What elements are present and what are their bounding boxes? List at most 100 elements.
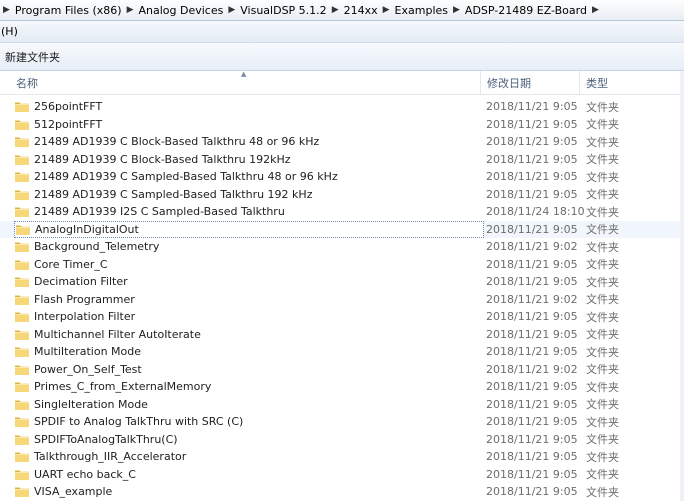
address-bar[interactable]: ▶ Program Files (x86) ▶ Analog Devices ▶ Visu… <box>0 0 684 21</box>
breadcrumb-item[interactable]: ▶ 214xx <box>327 0 378 20</box>
modified-date: 2018/11/21 9:05 <box>486 100 578 114</box>
name-cell[interactable]: Core Timer_C <box>14 256 484 273</box>
name-cell[interactable]: AnalogInDigitalOut <box>14 220 484 238</box>
modified-date: 2018/11/21 9:05 <box>486 397 578 411</box>
new-folder-button[interactable]: 新建文件夹 <box>0 49 60 65</box>
file-type: 文件夹 <box>586 275 619 289</box>
name-cell[interactable]: 21489 AD1939 C Block-Based Talkthru 48 o… <box>14 133 484 150</box>
name-cell[interactable]: SPDIF to Analog TalkThru with SRC (C) <box>14 413 484 430</box>
chevron-right-icon[interactable]: ▶ <box>448 5 465 15</box>
name-cell[interactable]: Flash Programmer <box>14 291 484 308</box>
list-item[interactable]: 512pointFFT 2018/11/21 9:05 文件夹 <box>0 116 684 134</box>
name-cell[interactable]: SingleIteration Mode <box>14 396 484 413</box>
file-name: Interpolation Filter <box>34 310 136 324</box>
file-name: Decimation Filter <box>34 275 128 289</box>
file-name: AnalogInDigitalOut <box>35 222 139 236</box>
file-name: UART echo back_C <box>34 467 136 481</box>
folder-icon <box>14 380 34 393</box>
name-cell[interactable]: 512pointFFT <box>14 116 484 133</box>
modified-date: 2018/11/21 9:05 <box>486 415 578 429</box>
list-item[interactable]: AnalogInDigitalOut 2018/11/21 9:05 文件夹 <box>0 220 684 238</box>
list-item[interactable]: Flash Programmer 2018/11/21 9:02 文件夹 <box>0 291 684 309</box>
file-type: 文件夹 <box>586 205 619 219</box>
file-type: 文件夹 <box>586 188 619 202</box>
chevron-right-icon[interactable]: ▶ <box>122 5 139 15</box>
list-item[interactable]: UART echo back_C 2018/11/21 9:05 文件夹 <box>0 466 684 484</box>
list-item[interactable]: Talkthrough_IIR_Accelerator 2018/11/21 9:… <box>0 448 684 466</box>
file-name: Flash Programmer <box>34 292 135 306</box>
folder-icon <box>14 135 34 148</box>
column-date-label: 修改日期 <box>487 77 531 90</box>
name-cell[interactable]: VISA_example <box>14 483 484 500</box>
folder-icon <box>14 450 34 463</box>
modified-date: 2018/11/21 9:05 <box>486 135 578 149</box>
toolbar: 新建文件夹 <box>0 43 684 71</box>
menu-help[interactable]: (H) <box>0 25 18 38</box>
name-cell[interactable]: 21489 AD1939 I2S C Sampled-Based Talkthr… <box>14 203 484 220</box>
breadcrumb-label: Examples <box>394 3 448 17</box>
list-item[interactable]: Multichannel Filter AutoIterate 2018/11/2… <box>0 326 684 344</box>
breadcrumb-item[interactable]: ▶ Analog Devices <box>122 0 224 20</box>
breadcrumb-item[interactable]: ▶ ADSP-21489 EZ-Board <box>448 0 587 20</box>
chevron-right-icon[interactable]: ▶ <box>587 5 604 15</box>
folder-icon <box>14 275 34 288</box>
modified-date: 2018/11/21 9:05 <box>486 275 578 289</box>
file-name: Primes_C_from_ExternalMemory <box>34 380 212 394</box>
list-item[interactable]: Core Timer_C 2018/11/21 9:05 文件夹 <box>0 256 684 274</box>
file-type: 文件夹 <box>586 398 619 412</box>
list-item[interactable]: 21489 AD1939 C Block-Based Talkthru 192k… <box>0 151 684 169</box>
chevron-right-icon[interactable]: ▶ <box>0 5 15 15</box>
name-cell[interactable]: MultiIteration Mode <box>14 343 484 360</box>
list-item[interactable]: SPDIF to Analog TalkThru with SRC (C) 201… <box>0 413 684 431</box>
list-item[interactable]: 21489 AD1939 I2S C Sampled-Based Talkthr… <box>0 203 684 221</box>
file-name: MultiIteration Mode <box>34 345 142 359</box>
file-name: 256pointFFT <box>34 100 103 114</box>
list-item[interactable]: Decimation Filter 2018/11/21 9:05 文件夹 <box>0 273 684 291</box>
folder-icon <box>14 345 34 358</box>
list-item[interactable]: Power_On_Self_Test 2018/11/21 9:02 文件夹 <box>0 361 684 379</box>
file-type: 文件夹 <box>586 170 619 184</box>
file-list: 256pointFFT 2018/11/21 9:05 文件夹 512pointFFT… <box>0 98 684 501</box>
list-item[interactable]: Primes_C_from_ExternalMemory 2018/11/21 9… <box>0 378 684 396</box>
list-item[interactable]: SingleIteration Mode 2018/11/21 9:05 文件夹 <box>0 396 684 414</box>
name-cell[interactable]: Talkthrough_IIR_Accelerator <box>14 448 484 465</box>
name-cell[interactable]: 21489 AD1939 C Sampled-Based Talkthru 19… <box>14 186 484 203</box>
file-type: 文件夹 <box>586 258 619 272</box>
breadcrumb-item[interactable]: ▶ VisualDSP 5.1.2 <box>223 0 326 20</box>
name-cell[interactable]: Decimation Filter <box>14 273 484 290</box>
name-cell[interactable]: Background_Telemetry <box>14 238 484 255</box>
name-cell[interactable]: 21489 AD1939 C Block-Based Talkthru 192k… <box>14 151 484 168</box>
name-cell[interactable]: 256pointFFT <box>14 98 484 115</box>
column-date-header[interactable]: 修改日期 <box>480 71 579 95</box>
list-item[interactable]: 21489 AD1939 C Block-Based Talkthru 48 o… <box>0 133 684 151</box>
file-name: SingleIteration Mode <box>34 397 148 411</box>
file-name: 21489 AD1939 C Sampled-Based Talkthru 19… <box>34 187 313 201</box>
list-item[interactable]: 21489 AD1939 C Sampled-Based Talkthru 19… <box>0 186 684 204</box>
name-cell[interactable]: Multichannel Filter AutoIterate <box>14 326 484 343</box>
name-cell[interactable]: 21489 AD1939 C Sampled-Based Talkthru 48… <box>14 168 484 185</box>
list-item[interactable]: 21489 AD1939 C Sampled-Based Talkthru 48… <box>0 168 684 186</box>
list-item[interactable]: VISA_example 2018/11/21 9:05 文件夹 <box>0 483 684 501</box>
chevron-right-icon[interactable]: ▶ <box>378 5 395 15</box>
modified-date: 2018/11/21 9:05 <box>486 432 578 446</box>
vertical-scrollbar[interactable] <box>680 71 684 501</box>
name-cell[interactable]: Primes_C_from_ExternalMemory <box>14 378 484 395</box>
list-item[interactable]: 256pointFFT 2018/11/21 9:05 文件夹 <box>0 98 684 116</box>
list-item[interactable]: Interpolation Filter 2018/11/21 9:05 文件夹 <box>0 308 684 326</box>
breadcrumb-item[interactable]: ▶ Program Files (x86) <box>0 0 122 20</box>
list-item[interactable]: MultiIteration Mode 2018/11/21 9:05 文件夹 <box>0 343 684 361</box>
name-cell[interactable]: Power_On_Self_Test <box>14 361 484 378</box>
folder-icon <box>14 415 34 428</box>
name-cell[interactable]: SPDIFToAnalogTalkThru(C) <box>14 431 484 448</box>
column-type-header[interactable]: 类型 <box>579 71 684 95</box>
column-name-header[interactable]: 名称 <box>0 71 480 95</box>
name-cell[interactable]: Interpolation Filter <box>14 308 484 325</box>
list-item[interactable]: SPDIFToAnalogTalkThru(C) 2018/11/21 9:05 文… <box>0 431 684 449</box>
modified-date: 2018/11/21 9:05 <box>486 222 578 236</box>
list-item[interactable]: Background_Telemetry 2018/11/21 9:02 文件夹 <box>0 238 684 256</box>
name-cell[interactable]: UART echo back_C <box>14 466 484 483</box>
chevron-right-icon[interactable]: ▶ <box>223 5 240 15</box>
breadcrumb-item[interactable]: ▶ Examples <box>378 0 448 20</box>
chevron-right-icon[interactable]: ▶ <box>327 5 344 15</box>
file-type: 文件夹 <box>586 468 619 482</box>
